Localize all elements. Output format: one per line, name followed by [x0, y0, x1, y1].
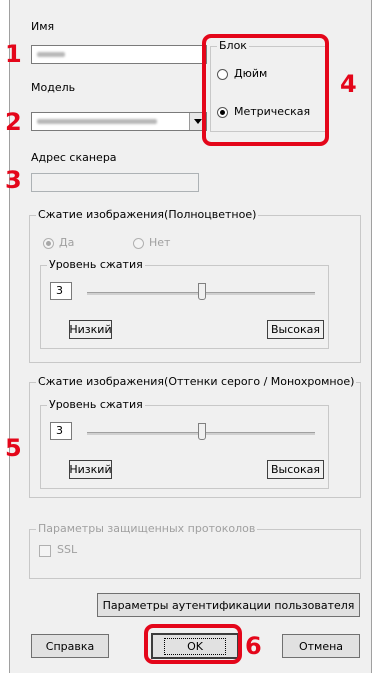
- compression-no-label: Нет: [149, 236, 171, 249]
- color-high-label: Высокая: [267, 320, 324, 339]
- gray-level-value[interactable]: 3: [50, 422, 72, 440]
- unit-highlight-box: [202, 34, 329, 146]
- user-auth-settings-button[interactable]: Параметры аутентификации пользователя: [97, 593, 360, 617]
- color-level-legend: Уровень сжатия: [47, 258, 145, 271]
- callout-2: 2: [5, 108, 22, 136]
- scanner-address-field[interactable]: [31, 173, 199, 192]
- scanner-address-label: Адрес сканера: [31, 151, 117, 164]
- color-compression-group: Сжатие изображения(Полноцветное) Да Нет …: [29, 208, 361, 363]
- ssl-checkbox[interactable]: [39, 545, 51, 557]
- model-select[interactable]: [31, 112, 207, 131]
- gray-high-label: Высокая: [267, 460, 324, 479]
- callout-3: 3: [5, 166, 22, 194]
- secure-protocols-legend: Параметры защищенных протоколов: [36, 522, 258, 535]
- gray-level-legend: Уровень сжатия: [47, 398, 145, 411]
- callout-5: 5: [5, 434, 22, 462]
- name-field[interactable]: [31, 45, 207, 64]
- blurred-value: [37, 119, 157, 124]
- gray-level-slider-thumb[interactable]: [198, 423, 206, 440]
- gray-level-group: Уровень сжатия 3 Низкий Высокая: [40, 398, 329, 489]
- name-label: Имя: [31, 20, 55, 33]
- color-level-group: Уровень сжатия 3 Низкий Высокая: [40, 258, 329, 349]
- compression-no-radio[interactable]: [133, 238, 144, 249]
- secure-protocols-group: Параметры защищенных протоколов SSL: [29, 522, 361, 579]
- model-label: Модель: [31, 81, 76, 94]
- ssl-label: SSL: [57, 543, 78, 556]
- color-level-value[interactable]: 3: [50, 282, 72, 300]
- gray-compression-legend: Сжатие изображения(Оттенки серого / Моно…: [36, 375, 357, 388]
- cancel-button[interactable]: Отмена: [282, 634, 360, 658]
- callout-1: 1: [5, 40, 22, 68]
- color-compression-legend: Сжатие изображения(Полноцветное): [36, 208, 259, 221]
- chevron-down-icon: [194, 119, 202, 124]
- blurred-value: [37, 52, 65, 57]
- compression-yes-radio[interactable]: [43, 238, 54, 249]
- gray-low-label: Низкий: [69, 460, 112, 479]
- compression-yes-label: Да: [59, 236, 75, 249]
- callout-4: 4: [340, 70, 357, 98]
- color-level-slider-thumb[interactable]: [198, 283, 206, 300]
- help-button[interactable]: Справка: [31, 634, 109, 658]
- color-low-label: Низкий: [69, 320, 112, 339]
- gray-compression-group: Сжатие изображения(Оттенки серого / Моно…: [29, 375, 361, 498]
- callout-6: 6: [245, 632, 262, 660]
- ok-highlight-box: [144, 624, 242, 664]
